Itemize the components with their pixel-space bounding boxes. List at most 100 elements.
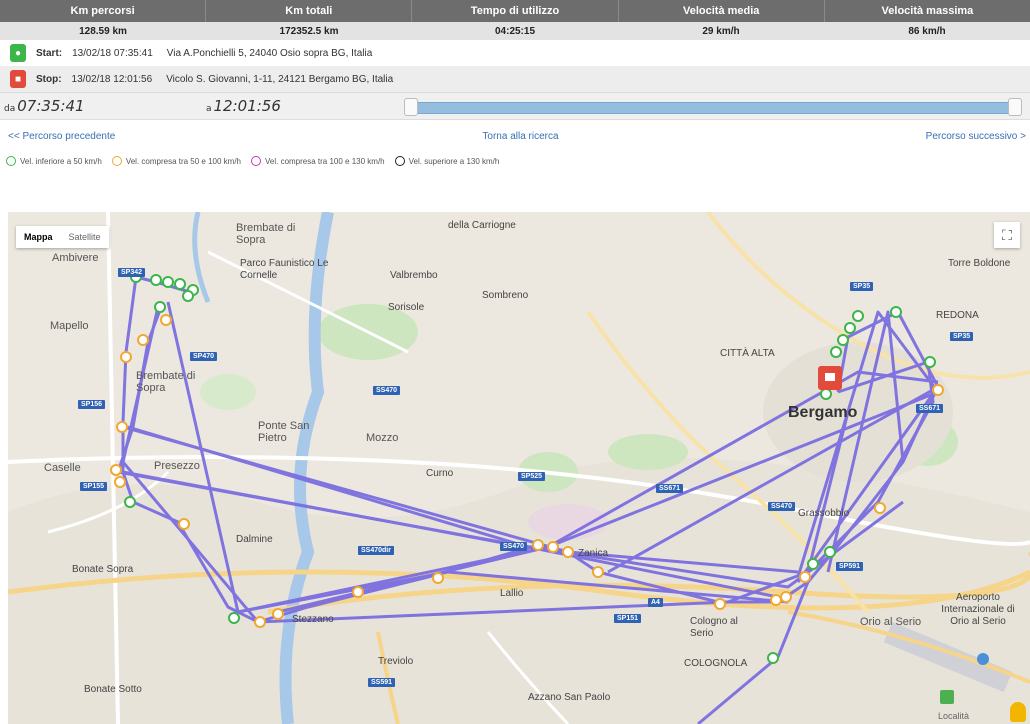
route-map[interactable]: Brembate di Sopra della Carriogne Ambive… — [8, 212, 1030, 724]
place-label: Lallio — [500, 588, 524, 599]
road-shield: SS671 — [656, 484, 684, 493]
place-label: Sorisole — [388, 302, 425, 313]
back-to-search-link[interactable]: Torna alla ricerca — [482, 131, 558, 142]
slider-handle-start[interactable] — [404, 98, 418, 116]
start-pin-icon: ● — [10, 44, 26, 62]
legend-item-fast: Vel. compresa tra 100 e 130 km/h — [251, 156, 385, 166]
prev-route-link[interactable]: << Percorso precedente — [8, 131, 115, 142]
start-timestamp: 13/02/18 07:35:41 — [72, 47, 153, 59]
road-shield: SS470dir — [358, 546, 394, 555]
stat-header-tempo: Tempo di utilizzo — [412, 0, 619, 22]
map-type-map-button[interactable]: Mappa — [16, 226, 61, 248]
place-label: COLOGNOLA — [684, 658, 748, 669]
route-nav: << Percorso precedente Torna alla ricerc… — [0, 120, 1030, 152]
place-label: Stezzano — [292, 614, 334, 625]
stats-header: Km percorsi Km totali Tempo di utilizzo … — [0, 0, 1030, 22]
slider-handle-end[interactable] — [1008, 98, 1022, 116]
road-shield: SP342 — [118, 268, 146, 277]
road-shield: SP525 — [518, 472, 546, 481]
legend-ring-icon — [111, 156, 122, 166]
place-label: Bergamo — [788, 404, 858, 421]
place-label: Valbrembo — [390, 270, 438, 281]
place-label: Ponte San Pietro — [258, 420, 310, 444]
place-label: Grassobbio — [798, 508, 850, 519]
legend-label: Vel. compresa tra 100 e 130 km/h — [265, 156, 385, 166]
road-shield: SP591 — [836, 562, 864, 571]
legend-ring-icon — [394, 156, 405, 166]
road-shield: SP35 — [850, 282, 874, 291]
stat-value-vel-media: 29 km/h — [702, 25, 740, 37]
legend-ring-icon — [251, 156, 261, 166]
place-label: Cologno al Serio — [690, 616, 738, 639]
fullscreen-icon[interactable]: ⛶ — [994, 222, 1020, 248]
stop-label: Stop: — [36, 73, 62, 85]
legend-ring-icon — [6, 156, 16, 166]
place-label: Torre Boldone — [948, 258, 1011, 269]
legend-label: Vel. compresa tra 50 e 100 km/h — [125, 156, 241, 166]
timeline-bar: da 07:35:41 a 12:01:56 — [0, 92, 1030, 120]
place-label: della Carriogne — [448, 220, 516, 231]
road-shield: SS470 — [768, 502, 796, 511]
place-label: Mozzo — [366, 432, 399, 444]
road-shield: SS591 — [368, 678, 396, 687]
legend-label: Vel. inferiore a 50 km/h — [20, 156, 102, 166]
stat-value-km-percorsi: 128.59 km — [79, 25, 127, 37]
place-label: Ambivere — [52, 252, 99, 264]
speed-legend: Vel. inferiore a 50 km/h Vel. compresa t… — [0, 152, 1030, 170]
time-from-value: 07:35:41 — [17, 97, 85, 115]
road-shield: SP470 — [190, 352, 218, 361]
stat-value-tempo: 04:25:15 — [494, 25, 536, 37]
place-label: Mapello — [50, 320, 89, 332]
place-label: Curno — [426, 468, 454, 479]
place-label: Presezzo — [154, 460, 200, 472]
legend-label: Vel. superiore a 130 km/h — [408, 156, 500, 166]
place-label: Orio al Serio — [860, 616, 922, 628]
time-from: da 07:35:41 — [0, 97, 202, 115]
stat-header-vel-max: Velocità massima — [881, 5, 974, 17]
road-shield: SS470 — [500, 542, 528, 551]
place-label: Sombreno — [482, 290, 529, 301]
road-shield: SS671 — [916, 404, 944, 413]
stop-pin-icon: ■ — [10, 70, 26, 88]
start-label: Start: — [36, 47, 63, 59]
legend-item-medium: Vel. compresa tra 50 e 100 km/h — [111, 156, 241, 166]
slider-track — [412, 102, 1016, 114]
stats-values: 128.59 km 172352.5 km 04:25:15 29 km/h 8… — [0, 22, 1030, 40]
pegman-icon[interactable] — [1010, 702, 1026, 722]
legend-item-slow: Vel. inferiore a 50 km/h — [6, 156, 102, 166]
place-label: CITTÀ ALTA — [720, 348, 775, 359]
time-from-prefix: da — [4, 104, 16, 114]
map-type-satellite-button[interactable]: Satellite — [61, 226, 109, 248]
place-label: Zanica — [578, 548, 609, 559]
map-type-control: Mappa Satellite — [16, 226, 109, 248]
time-to-value: 12:01:56 — [213, 97, 281, 115]
stat-header-vel-media: Velocità media — [619, 0, 825, 22]
place-label: Treviolo — [378, 656, 414, 667]
place-label: Parco Faunistico Le Cornelle — [240, 258, 329, 281]
stop-timestamp: 13/02/18 12:01:56 — [71, 73, 153, 85]
stat-header-km-percorsi: Km percorsi — [0, 0, 207, 22]
stop-row: ■ Stop: 13/02/18 12:01:56 Vicolo S. Giov… — [0, 66, 1030, 92]
time-to-prefix: a — [206, 104, 212, 114]
road-shield: SP155 — [80, 482, 108, 491]
place-label: REDONA — [936, 310, 979, 321]
start-address: Via A.Ponchielli 5, 24040 Osio sopra BG,… — [166, 47, 373, 59]
road-shield: SP151 — [614, 614, 642, 623]
start-row: ● Start: 13/02/18 07:35:41 Via A.Ponchie… — [0, 40, 1030, 66]
road-shield: SP156 — [78, 400, 106, 409]
place-label: Azzano San Paolo — [528, 692, 611, 703]
stat-header-km-totali: Km totali — [206, 0, 413, 22]
place-label: Bonate Sopra — [72, 564, 134, 575]
time-to: a 12:01:56 — [202, 97, 404, 115]
place-label: Brembate di Sopra — [236, 222, 296, 246]
road-shield: SS470 — [373, 386, 401, 395]
stat-value-km-totali: 172352.5 km — [279, 25, 339, 37]
place-label: Brembate di Sopra — [136, 370, 196, 394]
road-shield: SP35 — [950, 332, 974, 341]
place-label: Caselle — [44, 462, 81, 474]
next-route-link[interactable]: Percorso successivo > — [926, 131, 1026, 142]
road-shield: A4 — [648, 598, 663, 607]
time-range-slider[interactable] — [404, 96, 1022, 116]
place-label: Bonate Sotto — [84, 684, 142, 695]
legend-item-very-fast: Vel. superiore a 130 km/h — [394, 156, 500, 166]
